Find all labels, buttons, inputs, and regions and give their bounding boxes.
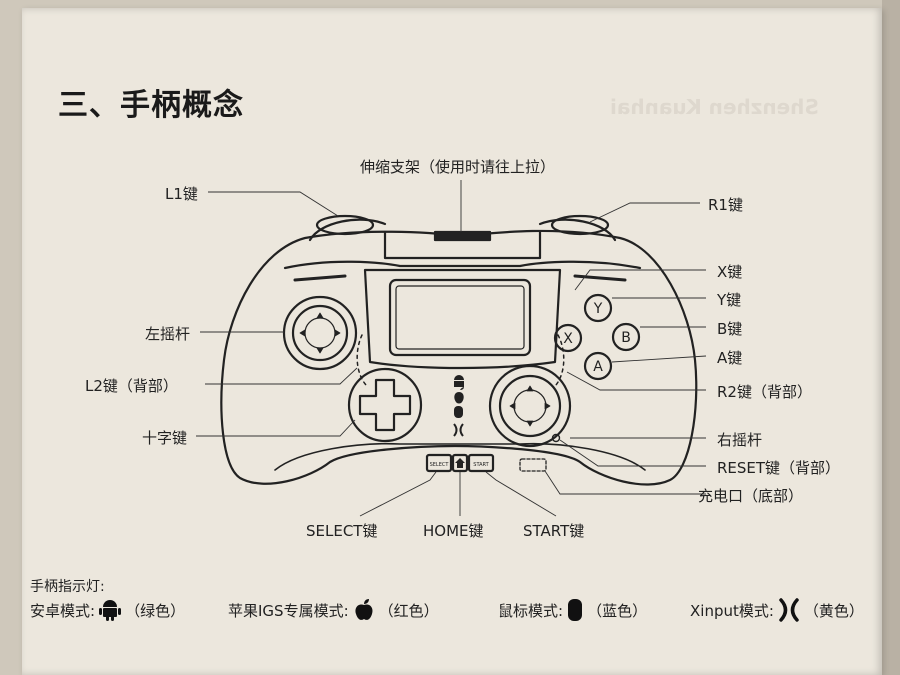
right-stick: [498, 374, 562, 438]
legend-android: 安卓模式: （绿色）: [30, 598, 185, 622]
charge-port: [519, 458, 547, 472]
apple-icon: [355, 599, 373, 620]
a-label: A键: [717, 349, 743, 367]
led-android-icon: [454, 375, 464, 387]
mouse-icon: [568, 599, 583, 621]
legend-apple: 苹果IGS专属模式: （红色）: [228, 598, 439, 622]
l2-label: L2键（背部）: [85, 377, 178, 395]
right-stick-label: 右摇杆: [717, 431, 763, 449]
body-inner-line: [283, 260, 642, 270]
select-button-text: SELECT: [430, 462, 450, 468]
a-button-letter: A: [593, 359, 603, 375]
left-stick-ring: [282, 295, 358, 371]
manual-photo: Shenzhen Kuanhai 三、手柄概念 Y X B A SELECT S…: [0, 0, 900, 675]
dpad-label: 十字键: [142, 429, 188, 447]
legend-android-label: 安卓模式:: [30, 601, 96, 620]
legend-apple-label: 苹果IGS专属模式:: [228, 601, 349, 620]
y-button-letter: Y: [593, 301, 603, 317]
legend-xinput-label: Xinput模式:: [690, 601, 774, 620]
home-icon: [455, 458, 465, 468]
android-icon: [99, 600, 122, 621]
home-label: HOME键: [423, 522, 484, 540]
controller-diagram: Y X B A SELECT START: [196, 180, 707, 517]
legend-mouse-color: （蓝色）: [587, 601, 648, 620]
x-label: X键: [717, 263, 743, 281]
b-button-letter: B: [621, 330, 631, 346]
left-stick-label: 左摇杆: [145, 325, 191, 343]
dpad: [358, 378, 412, 432]
mode-led-column: [453, 375, 464, 437]
r1-label: R1键: [708, 196, 743, 214]
y-label: Y键: [717, 291, 742, 309]
r2-label: R2键（背部）: [717, 383, 812, 401]
led-xinput-icon: [453, 423, 464, 437]
x-button-letter: X: [563, 331, 573, 347]
start-button-text: START: [473, 462, 489, 468]
legend-xinput: Xinput模式: （黄色）: [690, 598, 864, 622]
select-label: SELECT键: [306, 522, 378, 540]
l1-bumper-top: [315, 214, 375, 236]
reset-label: RESET键（背部）: [717, 459, 841, 477]
l1-label: L1键: [165, 185, 198, 203]
legend-apple-color: （红色）: [378, 601, 439, 620]
legend-mouse-label: 鼠标模式:: [498, 601, 564, 620]
bracket-slot: [433, 230, 492, 242]
xinput-icon: [779, 598, 799, 622]
touch-panel-inner: [395, 285, 525, 350]
r1-bumper-top: [550, 214, 610, 236]
led-mouse-icon: [454, 406, 463, 418]
indicator-heading: 手柄指示灯:: [30, 579, 105, 595]
right-stick-ring: [488, 364, 572, 448]
legend-xinput-color: （黄色）: [803, 601, 864, 620]
b-label: B键: [717, 320, 743, 338]
charge-port-label: 充电口（底部）: [698, 487, 804, 505]
start-label: START键: [523, 522, 585, 540]
led-apple-icon: [454, 387, 464, 404]
legend-android-color: （绿色）: [125, 601, 186, 620]
legend-mouse: 鼠标模式: （蓝色）: [498, 598, 647, 622]
telescopic-bracket-label: 伸缩支架（使用时请往上拉）: [360, 158, 556, 176]
touch-panel: [388, 278, 532, 357]
